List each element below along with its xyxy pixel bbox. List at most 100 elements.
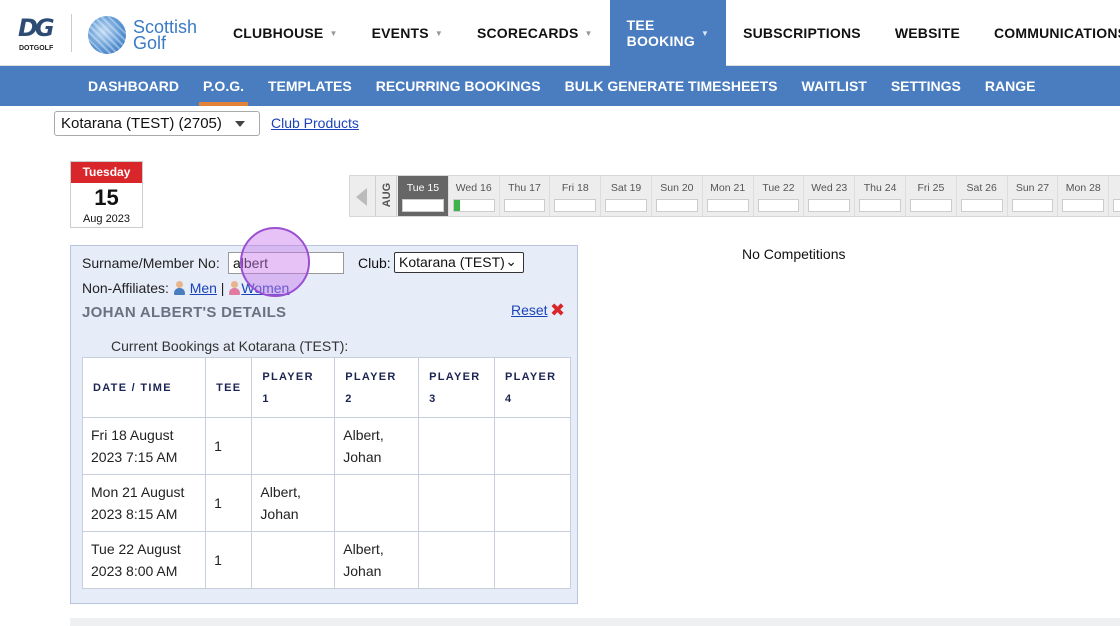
nav-website[interactable]: WEBSITE (878, 0, 977, 66)
subnav-templates[interactable]: TEMPLATES (256, 66, 364, 106)
table-cell (418, 474, 496, 532)
nav-events[interactable]: EVENTS ▼ (355, 0, 460, 66)
day-label: Tue 15 (406, 182, 440, 194)
day-cell[interactable]: Wed 16 (449, 176, 500, 216)
day-label: Sun 20 (660, 182, 694, 194)
table-header: PLAYER 2 (334, 357, 420, 418)
reset-link[interactable]: Reset (511, 302, 548, 318)
subnav-bulk-generate-timesheets[interactable]: BULK GENERATE TIMESHEETS (553, 66, 790, 106)
day-label: Thu 17 (508, 182, 541, 194)
subnav-recurring-bookings[interactable]: RECURRING BOOKINGS (364, 66, 553, 106)
men-link[interactable]: Men (190, 280, 217, 296)
availability-bar (706, 199, 749, 212)
day-cell[interactable]: Wed 23 (804, 176, 856, 216)
day-cell[interactable]: Sat 26 (957, 176, 1008, 216)
day-cell[interactable]: Mon 28 (1058, 176, 1110, 216)
table-cell: Mon 21 August 2023 8:15 AM (81, 474, 207, 532)
day-cell[interactable]: Fri 25 (906, 176, 957, 216)
club-select[interactable]: Kotarana (TEST) (2705) (54, 111, 260, 136)
subnav-waitlist[interactable]: WAITLIST (790, 66, 879, 106)
day-cell[interactable]: Mon 21 (703, 176, 754, 216)
nav-subscriptions[interactable]: SUBSCRIPTIONS (726, 0, 878, 66)
day-cell[interactable]: Thu 17 (500, 176, 551, 216)
chevron-down-icon: ⌄ (505, 253, 517, 269)
nav-tee-booking[interactable]: TEE BOOKING ▼ (609, 0, 727, 66)
nav-communications[interactable]: COMMUNICATIONS▼ (977, 0, 1120, 66)
table-row[interactable]: Fri 18 August 2023 7:15 AM 1 Albert, Johan (81, 417, 571, 475)
table-header: PLAYER 4 (494, 357, 571, 418)
day-label: Fri 25 (917, 182, 945, 194)
club-label: Club: (358, 255, 391, 271)
woman-icon (228, 281, 241, 295)
availability-bar (605, 199, 647, 212)
availability-fill (453, 200, 460, 211)
club-select-value: Kotarana (TEST) (2705) (61, 115, 222, 132)
subnav-dashboard[interactable]: DASHBOARD (76, 66, 191, 106)
nav-label: COMMUNICATIONS (994, 25, 1120, 41)
day-cell[interactable]: Tue 22 (754, 176, 805, 216)
date-card: Tuesday 15 Aug 2023 (70, 161, 143, 228)
availability-bar (1011, 199, 1054, 212)
day-cell[interactable]: Sun 27 (1008, 176, 1059, 216)
top-bar: DG DOTGOLF Scottish Golf CLUBHOUSE ▼ EVENT… (0, 0, 1120, 66)
footer-strip (70, 618, 1120, 626)
table-row[interactable]: Tue 22 August 2023 8:00 AM 1 Albert, Johan (81, 531, 571, 589)
day-cell[interactable]: Tu (1109, 176, 1120, 216)
table-cell: Albert, Johan (334, 417, 420, 475)
table-cell (251, 417, 336, 475)
scottish-golf-logo[interactable]: Scottish Golf (133, 18, 203, 53)
day-cell[interactable]: Sat 19 (601, 176, 652, 216)
day-label: Fri 18 (561, 182, 589, 194)
subnav-range[interactable]: RANGE (973, 66, 1048, 106)
day-label: Wed 16 (455, 182, 492, 194)
availability-bar (452, 199, 495, 212)
day-list: Tue 15 Wed 16 Thu 17 Fri 18 Sat 19 Sun 20 Mon … (398, 176, 1120, 216)
month-label: AUG (375, 176, 397, 216)
table-cell: Albert, Johan (334, 531, 420, 589)
date-month-year: Aug 2023 (82, 213, 131, 225)
day-cell[interactable]: Sun 20 (652, 176, 703, 216)
table-cell: 1 (205, 474, 253, 532)
month-text: AUG (381, 182, 393, 208)
nav-scorecards[interactable]: SCORECARDS ▼ (460, 0, 610, 66)
nav-label: SCORECARDS (476, 25, 579, 41)
day-cell[interactable]: Tue 15 (398, 176, 449, 216)
club-dropdown-value: Kotarana (TEST) (399, 254, 505, 270)
dotgolf-logo[interactable]: DG DOTGOLF (16, 14, 56, 54)
nav-label: EVENTS (371, 25, 429, 41)
table-cell (418, 417, 496, 475)
day-label: Tue 22 (762, 182, 795, 194)
current-bookings-label: Current Bookings at Kotarana (TEST): (111, 338, 349, 354)
sg-line2: Golf (133, 33, 167, 53)
sub-nav: DASHBOARD P.O.G. TEMPLATES RECURRING BOOKIN… (0, 66, 1120, 106)
close-icon[interactable]: ✖ (550, 300, 565, 321)
day-label: Sat 26 (966, 182, 997, 194)
club-dropdown[interactable]: Kotarana (TEST) ⌄ (394, 252, 524, 273)
bookings-table: DATE / TIME TEE PLAYER 1 PLAYER 2 PLAYER 3 PL… (81, 357, 571, 589)
day-label: Thu 24 (863, 182, 897, 194)
subnav-p-o-g-[interactable]: P.O.G. (191, 66, 256, 106)
availability-bar (757, 199, 800, 212)
availability-bar (909, 199, 952, 212)
table-cell: 1 (205, 417, 253, 475)
table-row[interactable]: Mon 21 August 2023 8:15 AM 1 Albert, Johan (81, 474, 571, 532)
club-products-link[interactable]: Club Products (271, 115, 359, 131)
main-nav: CLUBHOUSE ▼ EVENTS ▼ SCORECARDS ▼ TEE BOOKING ▼… (216, 0, 1120, 66)
availability-bar (960, 199, 1003, 212)
nav-label: WEBSITE (894, 25, 960, 41)
table-header: DATE / TIME (81, 357, 207, 418)
table-header: PLAYER 1 (251, 357, 336, 418)
day-cell[interactable]: Fri 18 (550, 176, 602, 216)
nav-clubhouse[interactable]: CLUBHOUSE ▼ (216, 0, 355, 66)
table-cell (251, 531, 336, 589)
table-cell (334, 474, 420, 532)
caret-down-icon: ▼ (434, 28, 443, 38)
table-cell: Albert, Johan (251, 474, 336, 532)
day-cell[interactable]: Thu 24 (855, 176, 906, 216)
availability-bar (1062, 199, 1105, 212)
non-affiliates-label: Non-Affiliates: (82, 280, 169, 296)
chevron-left-icon[interactable] (356, 188, 367, 206)
man-icon (173, 281, 186, 295)
subnav-settings[interactable]: SETTINGS (879, 66, 973, 106)
availability-bar (554, 199, 597, 212)
